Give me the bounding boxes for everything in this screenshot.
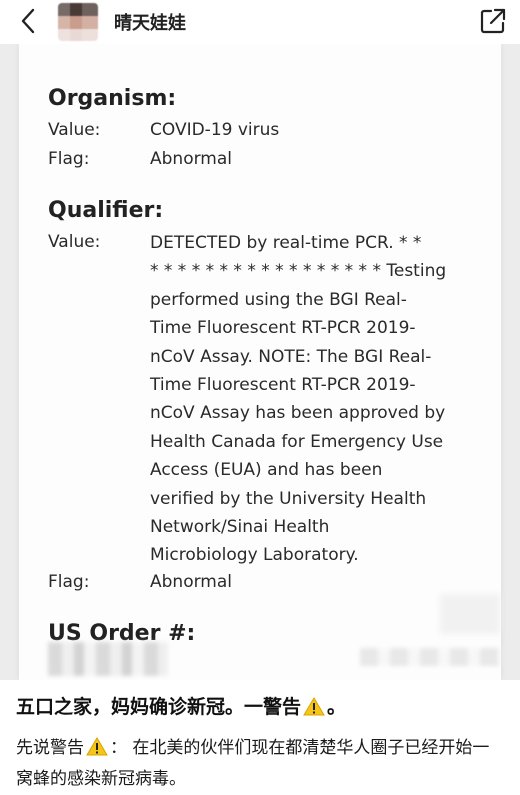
caption-text: 五口之家，妈妈确诊新冠。一警告	[16, 696, 302, 718]
post-caption: 五口之家，妈妈确诊新冠。一警告 。	[16, 692, 346, 719]
username[interactable]: 晴天娃娃	[114, 9, 186, 35]
external-share-icon[interactable]	[478, 6, 508, 36]
qualifier-line: DETECTED by real-time PCR. * *	[150, 233, 422, 253]
avatar[interactable]	[58, 3, 98, 41]
organism-value-label: Value:	[48, 120, 101, 140]
redacted-area	[48, 642, 168, 676]
qualifier-line: Health Canada for Emergency Use	[150, 431, 444, 452]
qualifier-value-label: Value:	[48, 232, 101, 252]
redacted-area	[360, 648, 500, 666]
chevron-left-icon[interactable]	[14, 6, 44, 36]
body-text-start: 先说警告	[16, 738, 84, 758]
qualifier-flag: Abnormal	[150, 572, 232, 592]
qualifier-line: verified by the University Health	[150, 488, 427, 509]
qualifier-line: Time Fluorescent RT-PCR 2019-	[150, 318, 416, 339]
qualifier-line: performed using the BGI Real-	[150, 289, 407, 310]
qualifier-heading: Qualifier:	[48, 198, 164, 223]
organism-flag: Abnormal	[150, 149, 232, 169]
qualifier-line: nCoV Assay has been approved by	[150, 403, 446, 424]
qualifier-line: Time Fluorescent RT-PCR 2019-	[150, 375, 416, 396]
post-body: 先说警告： 在北美的伙伴们现在都清楚华人圈子已经开始一窝蜂的感染新冠病毒。	[16, 733, 506, 795]
caption-end: 。	[327, 696, 347, 718]
organism-flag-label: Flag:	[48, 149, 90, 169]
redacted-area	[440, 594, 500, 634]
warning-emoji-icon	[86, 737, 108, 756]
qualifier-value: DETECTED by real-time PCR. * * * * * * *…	[150, 229, 460, 570]
warning-emoji-icon	[303, 697, 325, 716]
qualifier-line: nCoV Assay. NOTE: The BGI Real-	[150, 346, 432, 367]
qualifier-line: Network/Sinai Health	[150, 517, 330, 538]
top-navigation-bar: 晴天娃娃	[0, 0, 520, 44]
qualifier-line: Microbiology Laboratory.	[150, 545, 359, 566]
organism-value: COVID-19 virus	[150, 120, 280, 140]
post-photo[interactable]: Organism: Value: COVID-19 virus Flag: Ab…	[0, 44, 520, 680]
organism-heading: Organism:	[48, 86, 177, 111]
qualifier-line: Access (EUA) and has been	[150, 460, 383, 481]
qualifier-flag-label: Flag:	[48, 572, 90, 592]
qualifier-line: * * * * * * * * * * * * * * * * * Testin…	[150, 261, 447, 282]
